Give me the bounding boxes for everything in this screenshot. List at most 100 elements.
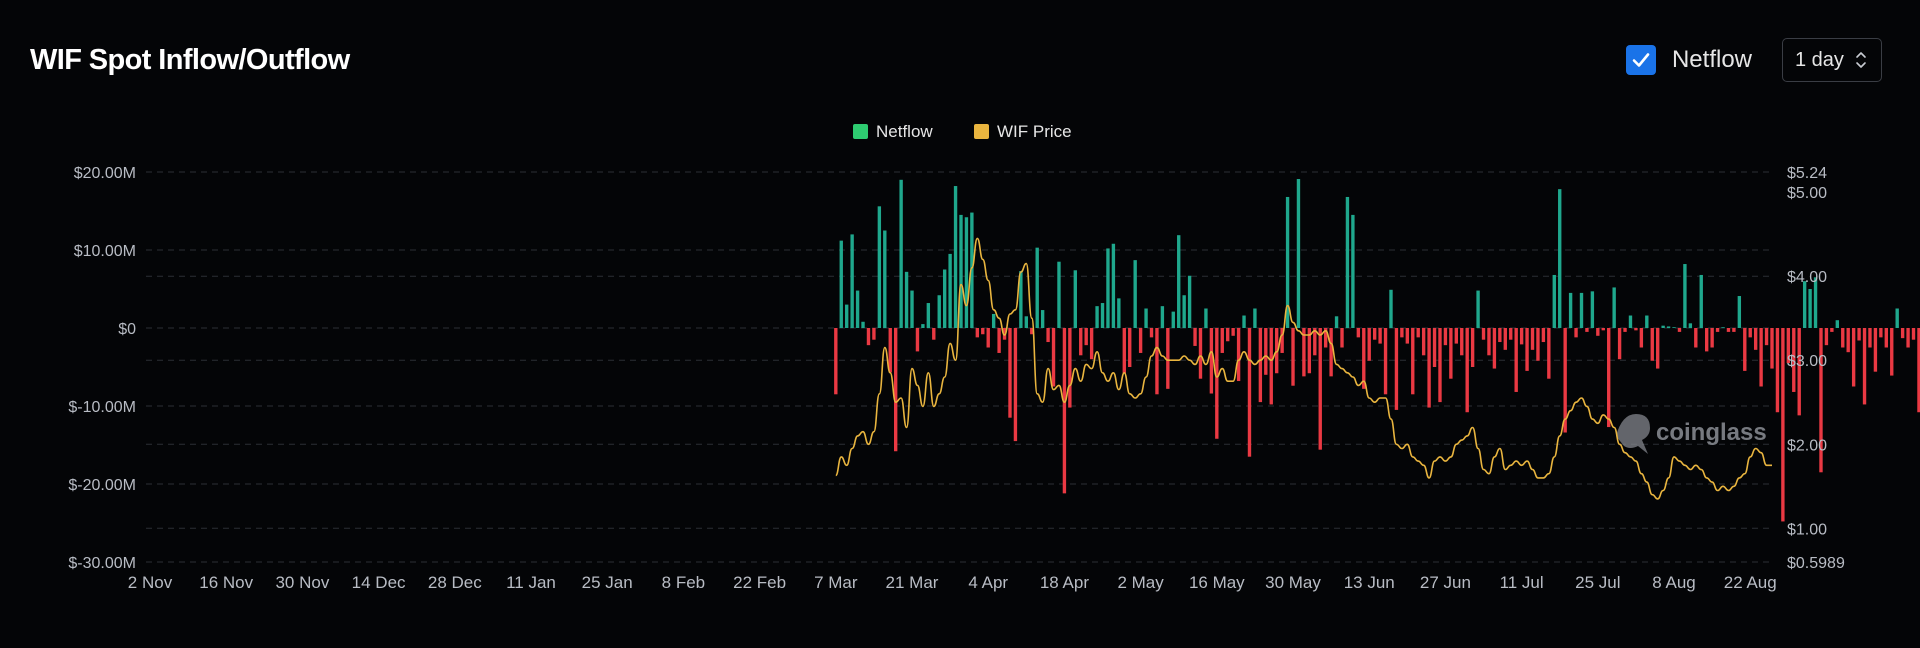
netflow-bar[interactable] [1334, 316, 1339, 328]
netflow-bar[interactable] [1454, 328, 1458, 344]
netflow-bar[interactable] [1204, 308, 1208, 329]
netflow-bar[interactable] [1024, 316, 1029, 328]
netflow-bar[interactable] [1111, 243, 1116, 328]
netflow-bar[interactable] [1775, 328, 1780, 413]
netflow-bar[interactable] [1661, 325, 1665, 328]
netflow-bar[interactable] [1138, 328, 1143, 353]
netflow-bar[interactable] [1639, 328, 1644, 348]
netflow-bar[interactable] [1677, 328, 1682, 332]
netflow-bar[interactable] [1487, 328, 1491, 356]
netflow-bar[interactable] [1220, 328, 1224, 353]
netflow-bar[interactable] [1666, 326, 1671, 328]
netflow-bar[interactable] [839, 240, 843, 328]
netflow-bar[interactable] [1149, 328, 1154, 338]
netflow-bar[interactable] [1884, 328, 1888, 348]
netflow-bar[interactable] [1460, 328, 1464, 356]
netflow-bar[interactable] [1911, 328, 1916, 340]
netflow-bar[interactable] [1242, 315, 1246, 328]
netflow-bar[interactable] [1547, 328, 1551, 379]
netflow-bar[interactable] [1541, 328, 1546, 343]
netflow-bar[interactable] [1040, 310, 1045, 328]
netflow-bar[interactable] [942, 269, 947, 329]
netflow-bar[interactable] [1536, 328, 1540, 361]
netflow-bar[interactable] [1438, 328, 1442, 403]
netflow-bar[interactable] [1264, 328, 1268, 375]
netflow-bar[interactable] [937, 295, 941, 328]
netflow-bar[interactable] [1296, 179, 1301, 328]
netflow-bar[interactable] [1558, 189, 1562, 328]
netflow-bar[interactable] [997, 328, 1001, 353]
netflow-bar[interactable] [1215, 328, 1219, 439]
netflow-bar[interactable] [1389, 289, 1393, 328]
netflow-bar[interactable] [1835, 320, 1840, 328]
netflow-bar[interactable] [1394, 328, 1399, 410]
netflow-bar[interactable] [932, 328, 936, 340]
netflow-bar[interactable] [1623, 328, 1627, 332]
netflow-bar[interactable] [1797, 328, 1801, 416]
netflow-bar[interactable] [1160, 306, 1165, 328]
netflow-bar[interactable] [1008, 328, 1012, 418]
netflow-bar[interactable] [1236, 328, 1241, 382]
netflow-bar[interactable] [1089, 328, 1094, 360]
netflow-bar[interactable] [1732, 328, 1736, 332]
netflow-bar[interactable] [1607, 328, 1611, 428]
netflow-bar[interactable] [1100, 303, 1105, 328]
netflow-bar[interactable] [1498, 328, 1502, 343]
netflow-bar[interactable] [1574, 328, 1578, 338]
netflow-bar[interactable] [1177, 235, 1181, 328]
netflow-bar[interactable] [1166, 328, 1170, 389]
netflow-bar[interactable] [1367, 328, 1371, 361]
netflow-bar[interactable] [1726, 328, 1731, 332]
netflow-bar[interactable] [1519, 328, 1524, 345]
legend-label[interactable]: WIF Price [997, 122, 1072, 141]
netflow-bar[interactable] [1862, 328, 1867, 405]
netflow-bar[interactable] [1057, 261, 1061, 328]
netflow-bar[interactable] [1073, 270, 1077, 328]
netflow-bar[interactable] [877, 206, 882, 328]
netflow-bar[interactable] [1013, 328, 1018, 442]
netflow-bar[interactable] [1291, 328, 1295, 386]
netflow-bar[interactable] [1781, 328, 1785, 522]
netflow-bar[interactable] [904, 271, 909, 328]
netflow-bar[interactable] [1084, 328, 1088, 346]
netflow-bar[interactable] [1035, 247, 1039, 328]
netflow-bar[interactable] [1481, 328, 1486, 340]
netflow-bar[interactable] [1356, 328, 1361, 338]
netflow-bar[interactable] [1873, 328, 1878, 372]
netflow-bar[interactable] [1182, 295, 1186, 328]
netflow-bar[interactable] [1231, 328, 1235, 336]
netflow-bar[interactable] [964, 217, 969, 328]
netflow-bar[interactable] [1590, 291, 1595, 328]
netflow-bar[interactable] [1503, 328, 1507, 350]
netflow-bar[interactable] [1530, 328, 1535, 350]
netflow-bar[interactable] [1449, 328, 1453, 379]
netflow-bar[interactable] [899, 179, 903, 328]
netflow-bar[interactable] [1688, 323, 1693, 328]
netflow-bar[interactable] [1155, 328, 1159, 395]
netflow-bar[interactable] [1568, 292, 1573, 328]
netflow-bar[interactable] [1868, 328, 1872, 348]
netflow-bar[interactable] [1470, 328, 1475, 367]
netflow-bar[interactable] [1601, 328, 1605, 331]
netflow-bar[interactable] [1443, 328, 1448, 346]
netflow-bar[interactable] [872, 328, 876, 340]
netflow-bar[interactable] [1715, 328, 1720, 332]
netflow-bar[interactable] [1596, 328, 1600, 336]
netflow-bar[interactable] [948, 253, 952, 328]
netflow-bar[interactable] [1476, 290, 1480, 328]
netflow-bar[interactable] [1509, 328, 1513, 340]
netflow-bar[interactable] [910, 290, 914, 328]
netflow-bar[interactable] [1492, 328, 1497, 369]
netflow-bar[interactable] [855, 290, 860, 328]
netflow-bar[interactable] [1743, 328, 1747, 371]
netflow-bar[interactable] [1258, 328, 1263, 403]
netflow-bar[interactable] [1721, 327, 1725, 329]
netflow-bar[interactable] [1841, 328, 1845, 348]
netflow-bar[interactable] [1579, 292, 1584, 328]
netflow-bar[interactable] [1421, 328, 1426, 356]
netflow-bar[interactable] [893, 328, 898, 452]
netflow-bar[interactable] [1351, 214, 1355, 328]
netflow-bar[interactable] [1525, 328, 1529, 371]
netflow-bar[interactable] [1634, 328, 1638, 331]
netflow-bar[interactable] [845, 304, 849, 328]
